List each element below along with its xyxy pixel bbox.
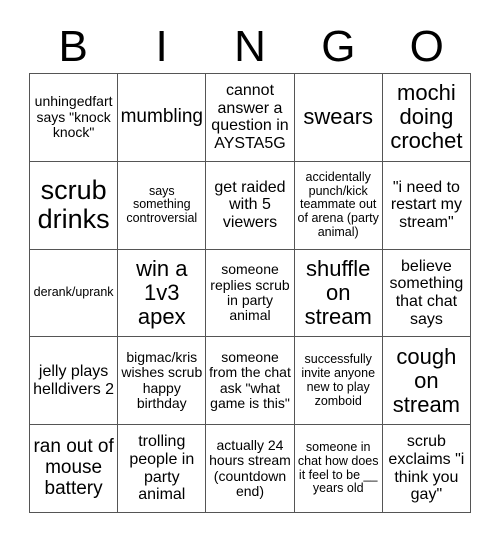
bingo-header: B I N G O [29,22,471,72]
bingo-cell[interactable]: swears [294,74,383,162]
bingo-grid: unhingedfart says "knock knock" mumbling c… [29,73,471,513]
bingo-cell[interactable]: "i need to restart my stream" [382,161,471,250]
header-letter-b: B [58,22,88,71]
bingo-cell[interactable]: win a 1v3 apex [118,249,207,338]
bingo-cell[interactable]: cough on stream [382,337,471,426]
bingo-cell[interactable]: get raided with 5 viewers [206,161,295,250]
bingo-cell[interactable]: says something controversial [118,161,207,250]
bingo-cell[interactable]: shuffle on stream [294,249,383,338]
header-letter-g: G [321,22,356,71]
bingo-cell[interactable]: bigmac/kris wishes scrub happy birthday [118,337,207,426]
bingo-cell[interactable]: unhingedfart says "knock knock" [30,74,119,162]
bingo-cell[interactable]: trolling people in party animal [118,425,207,513]
bingo-cell[interactable]: someone replies scrub in party animal [206,249,295,338]
bingo-cell[interactable]: mumbling [118,74,207,162]
bingo-cell[interactable]: accidentally punch/kick teammate out of … [294,161,383,250]
bingo-cell[interactable]: cannot answer a question in AYSTA5G [206,74,295,162]
bingo-cell[interactable]: scrub exclaims "i think you gay" [382,425,471,513]
bingo-cell[interactable]: scrub drinks [30,161,119,250]
bingo-cell[interactable]: derank/uprank [30,249,119,338]
bingo-cell[interactable]: actually 24 hours stream (countdown end) [206,425,295,513]
header-letter-i: I [155,22,168,71]
bingo-cell[interactable]: successfully invite anyone new to play z… [294,337,383,426]
bingo-cell[interactable]: believe something that chat says [382,249,471,338]
bingo-cell[interactable]: mochi doing crochet [382,74,471,162]
header-letter-o: O [409,22,444,71]
bingo-cell[interactable]: someone from the chat ask "what game is … [206,337,295,426]
header-letter-n: N [234,22,266,71]
bingo-cell[interactable]: jelly plays helldivers 2 [30,337,119,426]
bingo-cell[interactable]: ran out of mouse battery [30,425,119,513]
bingo-cell[interactable]: someone in chat how does it feel to be _… [294,425,383,513]
